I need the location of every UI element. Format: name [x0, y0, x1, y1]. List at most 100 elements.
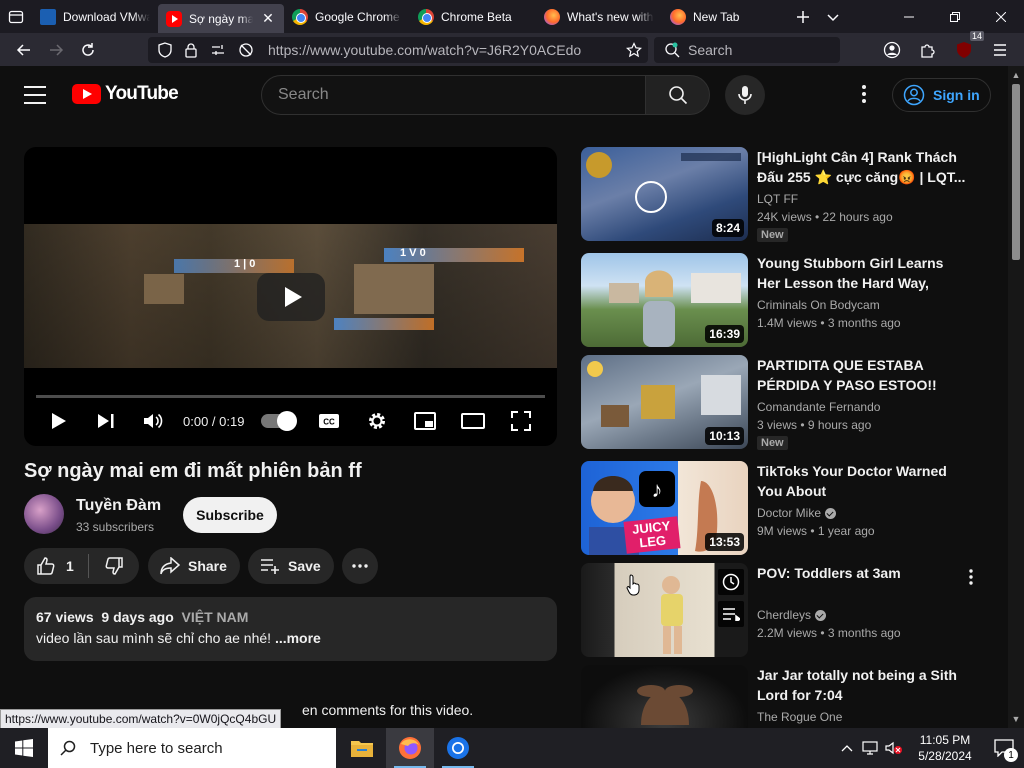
page-scrollbar[interactable]: ▲ ▼ — [1008, 66, 1024, 728]
settings-button[interactable] — [365, 409, 389, 433]
mute-button[interactable] — [141, 409, 165, 433]
bookmark-star-icon[interactable] — [620, 42, 648, 58]
video-player[interactable]: 1 | 0 1 V 0 0:00 / 0:19 CC — [24, 147, 557, 446]
tab-new-tab[interactable]: New Tab — [662, 0, 788, 33]
scroll-down-arrow-icon[interactable]: ▼ — [1011, 714, 1021, 724]
fullscreen-button[interactable] — [509, 409, 533, 433]
recommendation-channel[interactable]: Criminals On Bodycam — [757, 298, 880, 312]
recommendation-item[interactable]: 8:24 [HighLight Cân 4] Rank Thách Đấu 25… — [581, 147, 981, 242]
recommendation-title[interactable]: PARTIDITA QUE ESTABA PÉRDIDA Y PASO ESTO… — [757, 355, 967, 395]
recommendation-item[interactable]: 10:13 PARTIDITA QUE ESTABA PÉRDIDA Y PAS… — [581, 355, 981, 450]
forward-button[interactable] — [40, 33, 72, 66]
video-thumbnail[interactable]: 8:24 — [581, 147, 748, 241]
scroll-up-arrow-icon[interactable]: ▲ — [1011, 70, 1021, 80]
recommendation-channel[interactable]: Comandante Fernando — [757, 400, 880, 414]
description-box[interactable]: 67 views 9 days ago VIỆT NAM video lần s… — [24, 597, 557, 661]
more-actions-button[interactable] — [342, 548, 378, 584]
recommendation-title[interactable]: Young Stubborn Girl Learns Her Lesson th… — [757, 253, 967, 293]
recommendation-channel[interactable]: LQT FF — [757, 192, 798, 206]
ublock-button[interactable]: 14 — [948, 31, 984, 66]
close-tab-icon[interactable]: ✕ — [260, 10, 276, 27]
user-circle-icon — [903, 84, 925, 106]
restore-button[interactable] — [932, 0, 978, 33]
add-to-queue-button[interactable] — [718, 601, 744, 627]
show-hidden-icons-button[interactable] — [836, 728, 858, 768]
miniplayer-button[interactable] — [413, 409, 437, 433]
new-tab-button[interactable] — [788, 0, 818, 33]
recommendation-channel[interactable]: Doctor Mike — [757, 506, 837, 520]
chrome-taskbar-button[interactable] — [434, 728, 482, 768]
vertical-dots-icon — [862, 85, 866, 103]
action-menu-button[interactable] — [963, 565, 979, 589]
youtube-search-button[interactable] — [645, 75, 710, 115]
like-button[interactable]: 1 — [24, 548, 88, 584]
guide-menu-icon[interactable] — [24, 86, 46, 104]
channel-name[interactable]: Tuyền Đàm — [76, 497, 161, 515]
youtube-search-input[interactable]: Search — [261, 75, 646, 115]
settings-more-button[interactable] — [852, 82, 876, 106]
tab-download-vmware[interactable]: Download VMware — [32, 0, 158, 33]
country-tag[interactable]: VIỆT NAM — [182, 609, 249, 625]
recommendation-title[interactable]: [HighLight Cân 4] Rank Thách Đấu 255 ⭐ c… — [757, 147, 967, 187]
recommendation-channel[interactable]: The Rogue One — [757, 710, 842, 724]
channel-name-text: The Rogue One — [757, 710, 843, 724]
share-button[interactable]: Share — [148, 548, 240, 584]
firefox-view-button[interactable] — [0, 0, 32, 33]
recommendation-channel[interactable]: Cherdleys — [757, 608, 827, 622]
sign-in-button[interactable]: Sign in — [892, 78, 991, 112]
next-button[interactable] — [94, 409, 118, 433]
start-button[interactable] — [0, 728, 48, 768]
video-thumbnail[interactable] — [581, 563, 748, 657]
extensions-button[interactable] — [912, 33, 944, 66]
youtube-logo[interactable]: YouTube — [72, 83, 179, 105]
save-button[interactable]: Save — [248, 548, 334, 584]
play-button[interactable] — [47, 409, 71, 433]
list-all-tabs-button[interactable] — [818, 0, 848, 33]
voice-search-button[interactable] — [725, 75, 765, 115]
recommendation-title[interactable]: POV: Toddlers at 3am — [757, 563, 967, 583]
scrollbar-thumb[interactable] — [1012, 84, 1020, 260]
firefox-taskbar-button[interactable] — [386, 728, 434, 768]
recommendation-item[interactable]: 16:39 Young Stubborn Girl Learns Her Les… — [581, 253, 981, 347]
taskbar-search-box[interactable]: Type here to search — [48, 728, 336, 768]
video-thumbnail[interactable]: 10:13 — [581, 355, 748, 449]
dislike-button[interactable] — [89, 548, 139, 584]
address-bar[interactable]: https://www.youtube.com/watch?v=J6R2Y0AC… — [148, 37, 648, 63]
autoplay-toggle[interactable] — [261, 411, 297, 431]
action-center-button[interactable]: 1 — [984, 728, 1024, 768]
app-menu-button[interactable] — [984, 33, 1016, 66]
back-button[interactable] — [8, 33, 40, 66]
close-window-button[interactable] — [978, 0, 1024, 33]
video-thumbnail[interactable]: ♪ JUICY LEG 13:53 — [581, 461, 748, 555]
file-explorer-button[interactable] — [338, 728, 386, 768]
video-thumbnail[interactable]: 16:39 — [581, 253, 748, 347]
tab-google-chrome[interactable]: Google Chrome — [284, 0, 410, 33]
reload-button[interactable] — [72, 33, 104, 66]
volume-button[interactable] — [882, 728, 906, 768]
web-search-box[interactable]: Search — [654, 37, 840, 63]
watch-later-button[interactable] — [718, 569, 744, 595]
recommendation-item[interactable]: ♪ JUICY LEG 13:53 TikToks Your Doctor Wa… — [581, 461, 981, 555]
subtitles-button[interactable]: CC — [317, 409, 341, 433]
progress-bar[interactable] — [36, 395, 545, 398]
large-play-button[interactable] — [257, 273, 325, 321]
tab-chrome-beta[interactable]: Chrome Beta — [410, 0, 536, 33]
network-button[interactable] — [858, 728, 882, 768]
subscribe-button[interactable]: Subscribe — [183, 497, 277, 533]
show-more-link[interactable]: ...more — [275, 630, 321, 646]
recommendation-item[interactable]: Jar Jar totally not being a Sith Lord fo… — [581, 665, 981, 728]
url-text[interactable]: https://www.youtube.com/watch?v=J6R2Y0AC… — [268, 42, 620, 58]
theater-mode-button[interactable] — [461, 409, 485, 433]
tab-youtube-video[interactable]: Sợ ngày mai em ✕ — [158, 4, 284, 33]
channel-avatar[interactable] — [24, 494, 64, 534]
taskbar-clock[interactable]: 11:05 PM 5/28/2024 — [906, 732, 984, 764]
minimize-button[interactable] — [886, 0, 932, 33]
recommendation-title[interactable]: TikToks Your Doctor Warned You About — [757, 461, 967, 501]
recommendation-title[interactable]: Jar Jar totally not being a Sith Lord fo… — [757, 665, 967, 705]
account-button[interactable] — [876, 33, 908, 66]
duration-badge: 8:24 — [711, 219, 744, 237]
video-thumbnail[interactable] — [581, 665, 748, 728]
tab-whats-new[interactable]: What's new with — [536, 0, 662, 33]
ublock-shield-icon — [957, 41, 971, 58]
recommendation-meta: 2.2M views • 3 months ago — [757, 626, 901, 640]
